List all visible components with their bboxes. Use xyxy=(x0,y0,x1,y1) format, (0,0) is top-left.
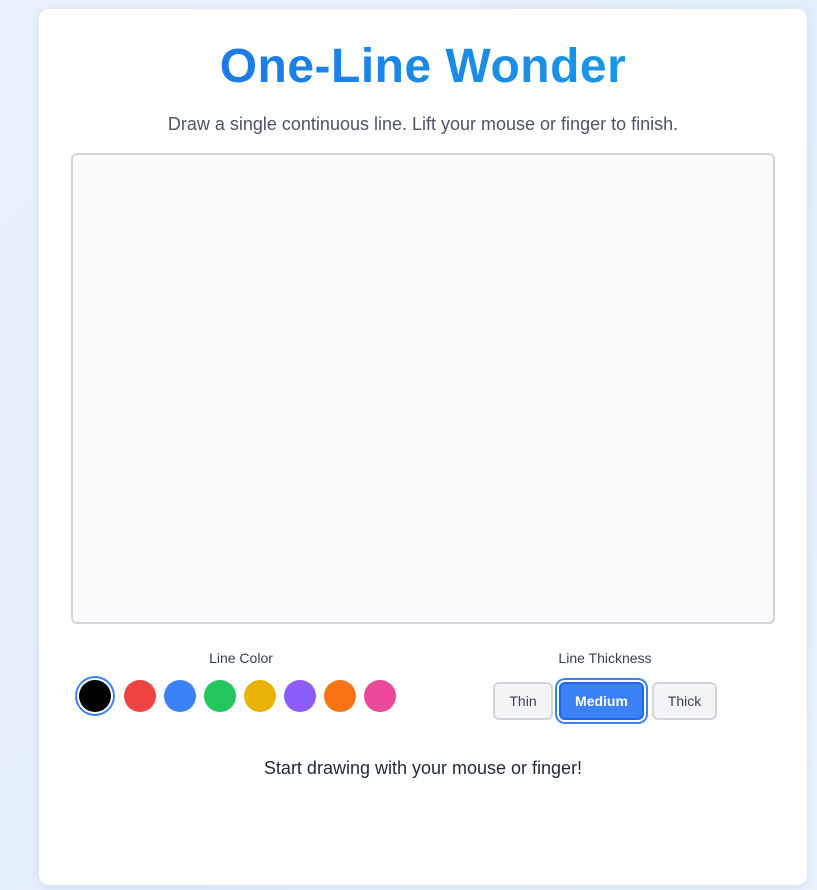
drawing-canvas[interactable] xyxy=(71,153,775,624)
color-swatch-green[interactable] xyxy=(204,680,236,712)
color-swatch-red[interactable] xyxy=(124,680,156,712)
color-swatch-blue[interactable] xyxy=(164,680,196,712)
thickness-buttons: Thin Medium Thick xyxy=(493,681,717,723)
color-swatch-black[interactable] xyxy=(79,680,111,712)
thickness-thick-button[interactable]: Thick xyxy=(652,682,717,720)
color-swatches xyxy=(79,676,403,716)
page-title: One-Line Wonder xyxy=(39,39,807,95)
color-swatch-pink[interactable] xyxy=(364,680,396,712)
line-thickness-label: Line Thickness xyxy=(558,650,652,666)
app-card: One-Line Wonder Draw a single continuous… xyxy=(39,9,807,885)
line-thickness-picker: Line Thickness Thin Medium Thick xyxy=(493,649,717,720)
thickness-medium-button[interactable]: Medium xyxy=(559,682,644,720)
color-swatch-purple[interactable] xyxy=(284,680,316,712)
line-color-picker: Line Color xyxy=(79,649,403,712)
color-swatch-yellow[interactable] xyxy=(244,680,276,712)
thickness-thin-button[interactable]: Thin xyxy=(493,682,553,720)
status-message: Start drawing with your mouse or finger! xyxy=(263,758,583,778)
color-swatch-orange[interactable] xyxy=(324,680,356,712)
instructions-text: Draw a single continuous line. Lift your… xyxy=(167,114,679,134)
line-color-label: Line Color xyxy=(209,650,273,666)
